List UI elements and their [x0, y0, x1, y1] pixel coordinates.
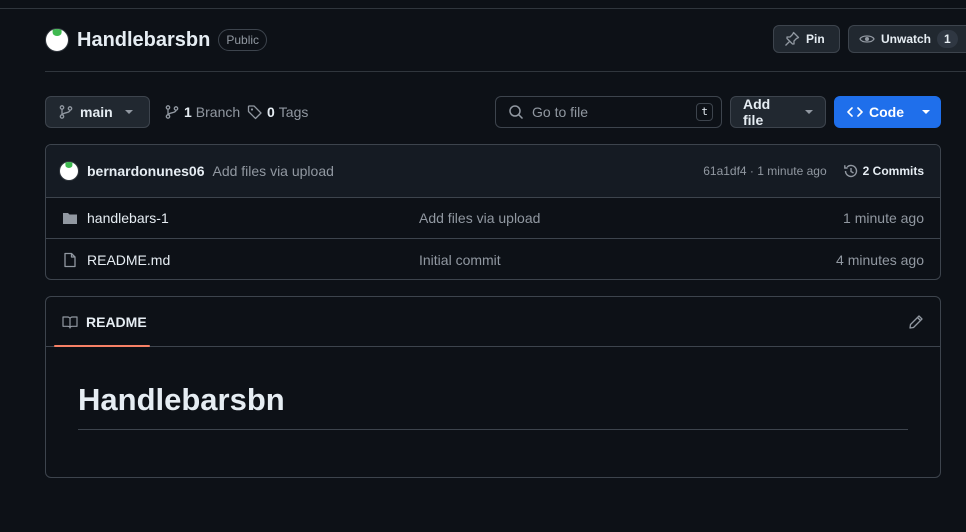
git-branch-icon [58, 104, 74, 120]
file-commit-message[interactable]: Initial commit [419, 252, 501, 268]
owner-avatar[interactable] [45, 28, 69, 52]
branches-link[interactable]: 1 Branch [164, 96, 240, 128]
repo-header: Handlebarsbn Public [45, 26, 268, 54]
branch-count: 1 [184, 104, 192, 120]
readme-tab-label: README [86, 313, 147, 330]
code-button[interactable]: Code [834, 96, 941, 128]
commits-label: 2 Commits [862, 164, 924, 178]
add-file-button[interactable]: Add file [730, 96, 826, 128]
code-label: Code [869, 104, 904, 120]
code-icon [847, 104, 863, 120]
shortcut-key: t [696, 103, 713, 121]
watch-counter: 1 [937, 30, 958, 48]
caret-down-icon [922, 110, 930, 114]
header-divider [45, 71, 966, 72]
tags-link[interactable]: 0 Tags [247, 96, 308, 128]
history-icon [843, 163, 859, 179]
branch-name: main [80, 104, 113, 120]
caret-down-icon [124, 110, 133, 114]
branch-select-button[interactable]: main [45, 96, 150, 128]
readme-tab[interactable]: README [62, 314, 147, 330]
tag-icon [247, 104, 263, 120]
active-tab-indicator [54, 345, 150, 347]
pin-label: Pin [806, 32, 825, 46]
search-placeholder: Go to file [532, 104, 589, 120]
readme-content: Handlebarsbn [46, 347, 940, 430]
author-avatar[interactable] [59, 161, 79, 181]
file-commit-time: 4 minutes ago [836, 251, 924, 268]
branch-label: Branch [195, 104, 241, 120]
readme-panel: README Handlebarsbn [45, 296, 941, 478]
unwatch-button[interactable]: Unwatch 1 [848, 25, 966, 53]
add-file-label: Add file [743, 96, 771, 128]
pin-icon [784, 31, 800, 47]
search-icon [508, 104, 524, 120]
file-name[interactable]: README.md [87, 252, 170, 268]
unwatch-label: Unwatch [881, 32, 932, 46]
file-name[interactable]: handlebars-1 [87, 210, 169, 226]
tag-label: Tags [278, 104, 309, 120]
latest-commit-bar: bernardonunes06 Add files via upload 61a… [46, 145, 940, 198]
top-border [0, 8, 966, 9]
file-commit-message[interactable]: Add files via upload [419, 210, 540, 226]
commit-meta[interactable]: 61a1df4 · 1 minute ago [703, 164, 826, 178]
pencil-icon [908, 314, 924, 330]
commits-link[interactable]: 2 Commits [843, 163, 924, 179]
file-commit-time: 1 minute ago [843, 210, 924, 226]
file-icon [62, 252, 78, 268]
commit-message[interactable]: Add files via upload [212, 163, 333, 179]
commit-author[interactable]: bernardonunes06 [87, 163, 204, 179]
pin-button[interactable]: Pin [773, 25, 840, 53]
folder-icon [62, 210, 78, 226]
go-to-file-input[interactable]: Go to file t [495, 96, 722, 128]
tag-count: 0 [267, 104, 275, 120]
eye-icon [859, 31, 875, 47]
readme-heading: Handlebarsbn [78, 381, 908, 430]
book-icon [62, 314, 78, 330]
file-row[interactable]: handlebars-1 Add files via upload 1 minu… [46, 198, 940, 239]
edit-readme-button[interactable] [908, 314, 924, 330]
caret-down-icon [805, 110, 813, 114]
git-branch-icon [164, 104, 180, 120]
file-row[interactable]: README.md Initial commit 4 minutes ago [46, 239, 940, 279]
file-browser: bernardonunes06 Add files via upload 61a… [45, 144, 941, 280]
repo-name[interactable]: Handlebarsbn [77, 29, 210, 52]
visibility-badge: Public [218, 29, 268, 51]
readme-header: README [46, 297, 940, 347]
